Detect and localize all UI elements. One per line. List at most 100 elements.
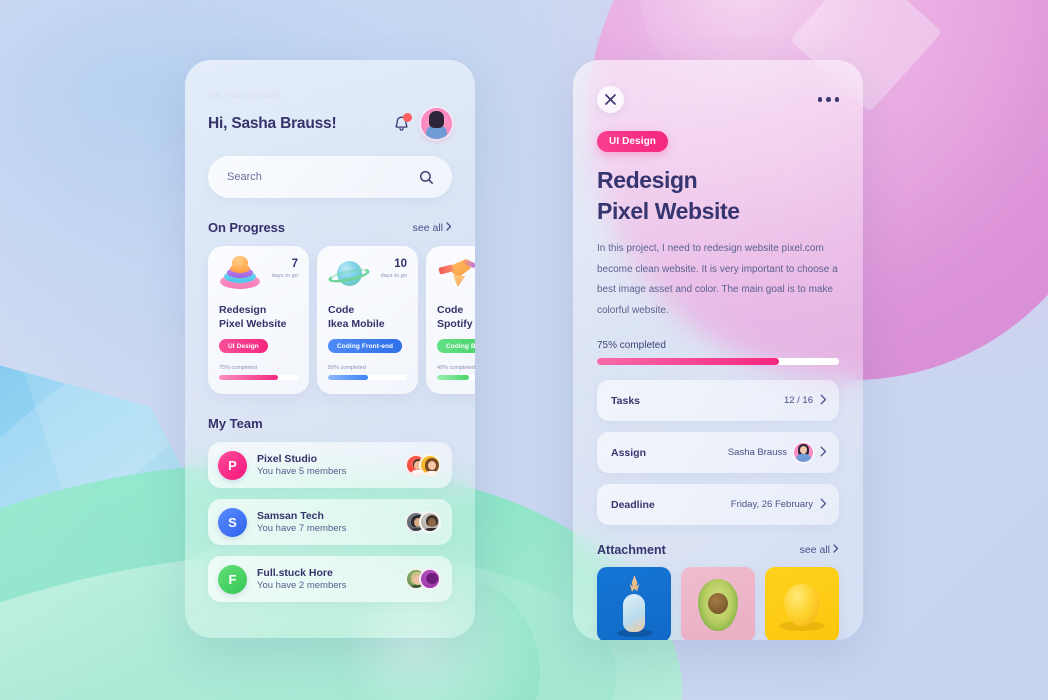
project-progress: 40% completed (437, 365, 475, 380)
member-avatar-yellow (419, 454, 441, 476)
attachment-grid (597, 567, 839, 640)
project-progress: 75% completed (219, 365, 298, 380)
greeting-row: Hi, Sasha Brauss! (208, 108, 452, 139)
avatar[interactable] (421, 108, 452, 139)
list-item[interactable]: S Samsan Tech You have 7 members (208, 499, 452, 545)
saturn-planet-art-icon (327, 256, 371, 291)
section-title-attachment: Attachment (597, 543, 666, 558)
search-icon[interactable] (419, 170, 434, 185)
page-title-line2: Pixel Website (597, 197, 740, 224)
member-avatar-purple (419, 568, 441, 590)
row-label: Tasks (611, 394, 640, 407)
see-all-label: see all (412, 221, 443, 234)
team-initial-badge: S (218, 507, 247, 537)
attachment-header: Attachment see all (597, 543, 839, 557)
home-screen-panel: Fri, Feb 19 2020 Hi, Sasha Brauss! Searc… (185, 60, 475, 638)
current-date: Fri, Feb 19 2020 (208, 90, 282, 101)
member-avatar-grey (419, 511, 441, 533)
days-label: days to go (380, 272, 407, 279)
see-all-progress-link[interactable]: see all (413, 222, 452, 234)
project-description: In this project, I need to redesign webs… (597, 243, 838, 316)
see-all-attachment-link[interactable]: see all (800, 544, 839, 556)
progress-track (328, 375, 407, 380)
team-avatar-group (405, 454, 441, 476)
project-name-line2: Spotify Mobile (437, 318, 475, 331)
team-subtitle: You have 7 members (257, 523, 347, 534)
origami-bird-art-icon (437, 256, 475, 291)
row-value: Sasha Brauss (727, 447, 787, 459)
progress-track (437, 375, 475, 380)
assignee-avatar (794, 443, 813, 463)
team-subtitle: You have 2 members (257, 580, 347, 591)
project-card[interactable]: 30 days to go Code Spotify Mobile Coding… (426, 246, 475, 394)
pineapple-thumbnail[interactable] (597, 567, 671, 640)
detail-row-tasks[interactable]: Tasks 12 / 16 (597, 380, 839, 422)
row-label: Assign (611, 446, 647, 459)
project-name-line1: Code (328, 304, 355, 316)
page-title: Redesign Pixel Website (597, 165, 839, 226)
close-icon[interactable] (597, 86, 624, 113)
team-avatar-group (405, 568, 441, 590)
background-veil (0, 0, 1048, 700)
overall-progress-label: 75% completed (597, 340, 666, 352)
project-progress: 50% completed (328, 365, 407, 380)
progress-label: 50% completed (328, 365, 366, 371)
search-input[interactable]: Search (208, 156, 452, 198)
detail-header (597, 86, 839, 113)
progress-track (219, 375, 298, 380)
days-count: 7 (291, 258, 298, 270)
see-all-label: see all (799, 544, 830, 557)
detail-row-deadline[interactable]: Deadline Friday, 26 February (597, 484, 839, 526)
progress-fill (437, 375, 469, 380)
team-name: Full.stuck Hore (257, 567, 333, 579)
chevron-right-icon (446, 221, 452, 234)
on-progress-header: On Progress see all (208, 220, 452, 235)
project-name-line1: Code (437, 304, 464, 316)
chevron-right-icon (833, 544, 839, 556)
team-avatar-group (405, 511, 441, 533)
team-initial-badge: P (218, 450, 247, 480)
chevron-right-icon (820, 444, 827, 462)
project-tag: Coding Front-end (328, 339, 403, 354)
header-actions (393, 108, 452, 139)
team-initial-badge: F (218, 564, 247, 594)
project-name-line2: Pixel Website (219, 318, 287, 331)
row-value: 12 / 16 (783, 395, 813, 407)
team-name: Pixel Studio (257, 453, 318, 465)
status-badge: UI Design (597, 131, 669, 152)
greeting-text: Hi, Sasha Brauss! (208, 114, 337, 132)
days-label: days to go (271, 272, 298, 279)
project-card[interactable]: 7 days to go Redesign Pixel Website UI D… (208, 246, 309, 394)
project-tag: UI Design (219, 339, 268, 354)
row-label: Deadline (611, 498, 655, 511)
list-item[interactable]: P Pixel Studio You have 5 members (208, 442, 452, 488)
project-name-line2: Ikea Mobile (328, 318, 385, 331)
project-detail-panel: UI Design Redesign Pixel Website In this… (573, 60, 863, 640)
progress-label: 75% completed (219, 365, 257, 371)
project-name-line1: Redesign (219, 304, 267, 316)
overall-progress-fill (597, 358, 779, 366)
more-options-icon[interactable] (817, 97, 839, 102)
days-count: 10 (394, 258, 407, 270)
project-card[interactable]: 10 days to go Code Ikea Mobile Coding Fr… (317, 246, 418, 394)
team-name: Samsan Tech (257, 510, 324, 522)
bell-icon[interactable] (393, 112, 412, 133)
avocado-thumbnail[interactable] (681, 567, 755, 640)
section-title-on-progress: On Progress (208, 220, 285, 235)
chevron-right-icon (820, 392, 827, 410)
progress-label: 40% completed (437, 365, 475, 371)
section-title-my-team: My Team (208, 416, 263, 431)
overall-progress-track (597, 358, 839, 366)
detail-rows: Tasks 12 / 16 Assign Sasha Brauss Deadli… (597, 380, 839, 526)
row-value: Friday, 26 February (730, 499, 813, 511)
team-subtitle: You have 5 members (257, 466, 347, 477)
project-tag: Coding Back-end (437, 339, 475, 354)
search-placeholder: Search (227, 171, 262, 183)
team-list: P Pixel Studio You have 5 members S Sams… (208, 442, 452, 602)
detail-row-assign[interactable]: Assign Sasha Brauss (597, 432, 839, 474)
list-item[interactable]: F Full.stuck Hore You have 2 members (208, 556, 452, 602)
stacked-cone-art-icon (219, 256, 261, 291)
chevron-right-icon (820, 496, 827, 514)
lemon-thumbnail[interactable] (765, 567, 839, 640)
progress-fill (328, 375, 368, 380)
